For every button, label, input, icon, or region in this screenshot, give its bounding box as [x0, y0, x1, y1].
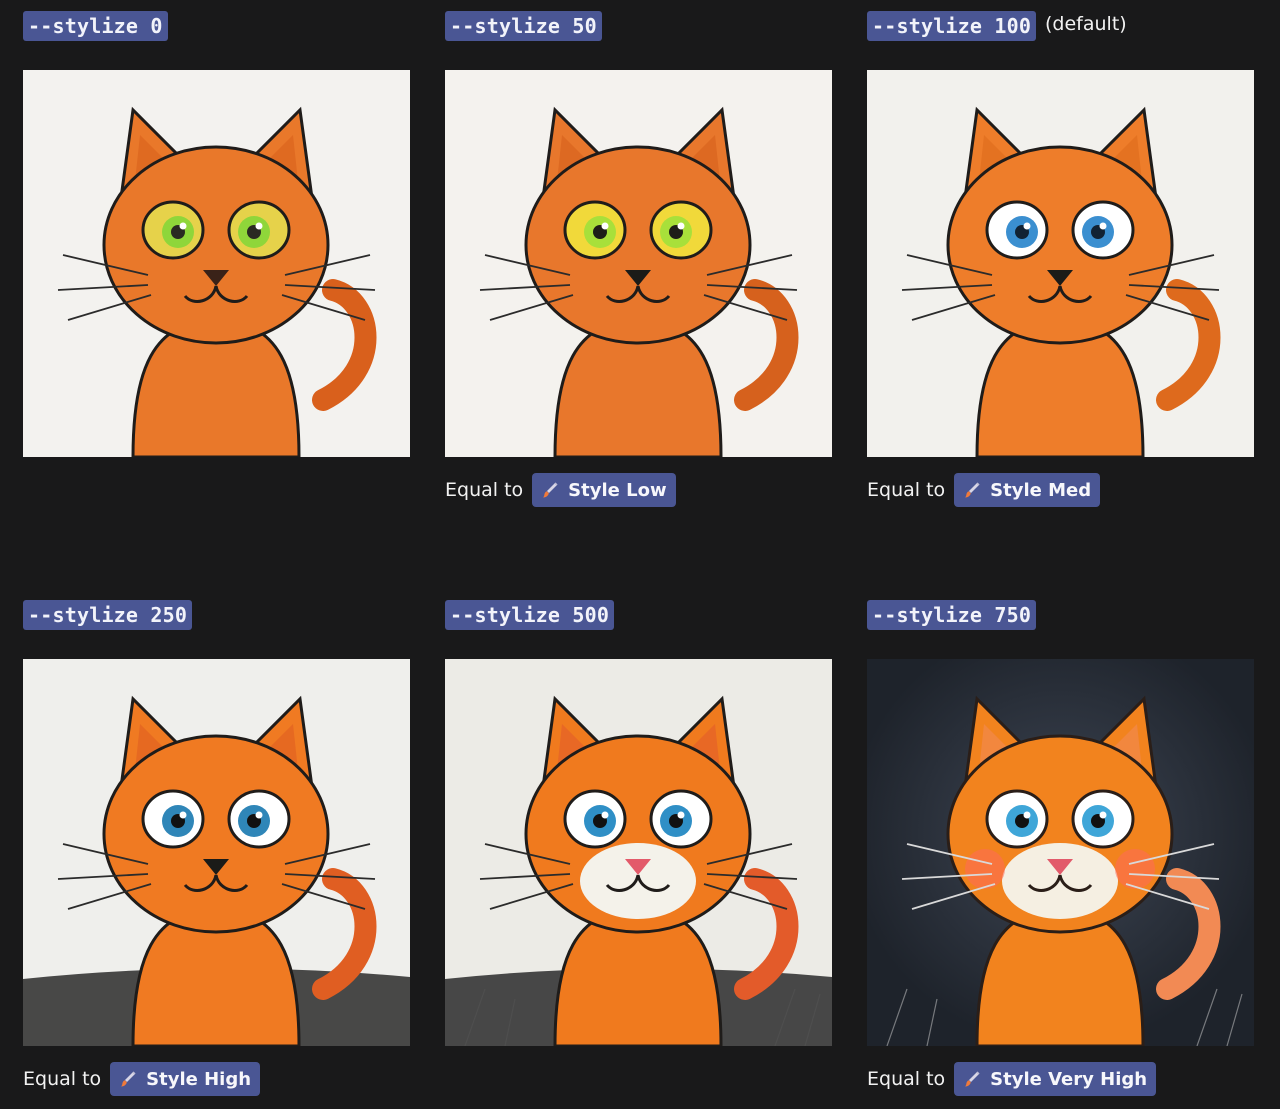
cat-image[interactable]	[23, 70, 410, 457]
stylize-comparison-grid: --stylize 0 --stylize 50 Equal to Style …	[0, 0, 1280, 1109]
stylize-param-tag: --stylize 0	[23, 11, 168, 41]
paintbrush-icon	[965, 1071, 980, 1087]
caption-label: Equal to	[867, 479, 946, 501]
style-preset-label: Style Low	[568, 479, 667, 501]
caption-label: Equal to	[23, 1068, 102, 1090]
cat-image[interactable]	[445, 70, 832, 457]
caption-row: Equal to Style Med	[867, 473, 1101, 507]
cat-image[interactable]	[867, 70, 1254, 457]
caption-label: Equal to	[445, 479, 524, 501]
stylize-param-tag: --stylize 100	[867, 11, 1037, 41]
stylize-param-tag: --stylize 500	[445, 600, 615, 630]
stylize-param-tag: --stylize 750	[867, 600, 1037, 630]
caption-label: Equal to	[867, 1068, 946, 1090]
style-preset-label: Style Med	[990, 479, 1092, 501]
paintbrush-icon	[121, 1071, 136, 1087]
style-preset-chip[interactable]: Style Low	[532, 473, 676, 507]
cat-image[interactable]	[445, 659, 832, 1046]
caption-row: Equal to Style High	[23, 1062, 261, 1096]
caption-row: Equal to Style Low	[445, 473, 676, 507]
default-note: (default)	[1045, 13, 1127, 35]
cat-image[interactable]	[23, 659, 410, 1046]
paintbrush-icon	[543, 482, 558, 498]
style-preset-chip[interactable]: Style Very High	[954, 1062, 1157, 1096]
paintbrush-icon	[965, 482, 980, 498]
cat-image[interactable]	[867, 659, 1254, 1046]
style-preset-label: Style High	[146, 1068, 252, 1090]
stylize-param-tag: --stylize 50	[445, 11, 602, 41]
stylize-param-tag: --stylize 250	[23, 600, 193, 630]
caption-row: Equal to Style Very High	[867, 1062, 1157, 1096]
style-preset-chip[interactable]: Style Med	[954, 473, 1101, 507]
style-preset-chip[interactable]: Style High	[110, 1062, 261, 1096]
style-preset-label: Style Very High	[990, 1068, 1148, 1090]
